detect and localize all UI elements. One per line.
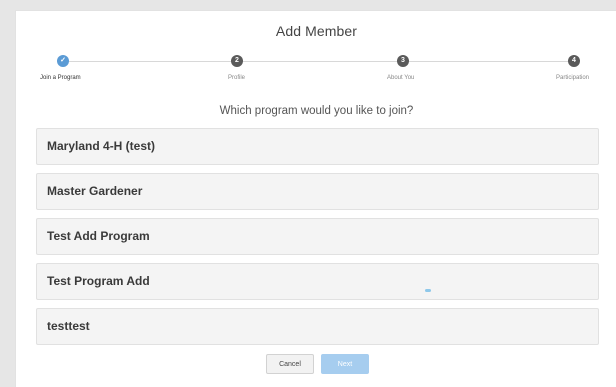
step-1-circle: ✓ [57, 55, 69, 67]
check-icon: ✓ [60, 57, 66, 64]
program-option[interactable]: Master Gardener [36, 173, 599, 210]
program-option-label: Maryland 4-H (test) [47, 139, 156, 153]
step-2-number: 2 [235, 57, 239, 64]
step-4-number: 4 [572, 57, 576, 64]
loading-indicator [425, 289, 431, 292]
step-3-circle: 3 [397, 55, 409, 67]
program-option[interactable]: Test Add Program [36, 218, 599, 255]
program-option[interactable]: testtest [36, 308, 599, 345]
step-2-circle: 2 [231, 55, 243, 67]
step-4-circle: 4 [568, 55, 580, 67]
step-1-label: Join a Program [40, 75, 81, 81]
step-3-number: 3 [401, 57, 405, 64]
progress-stepper: ✓ Join a Program 2 Profile 3 About You 4… [16, 11, 616, 101]
cancel-button[interactable]: Cancel [266, 354, 314, 374]
program-option-label: Master Gardener [47, 184, 143, 198]
stepper-track [64, 61, 572, 62]
step-2-label: Profile [228, 75, 246, 81]
program-option[interactable]: Maryland 4-H (test) [36, 128, 599, 165]
program-option-label: Test Program Add [47, 274, 150, 288]
program-question: Which program would you like to join? [219, 105, 414, 117]
program-option[interactable]: Test Program Add [36, 263, 599, 300]
step-3-label: About You [387, 75, 415, 81]
add-member-dialog: Add Member ✓ Join a Program 2 Profile 3 … [15, 10, 616, 387]
step-4-label: Participation [556, 75, 590, 81]
program-option-label: testtest [47, 319, 90, 333]
next-button[interactable]: Next [321, 354, 369, 374]
program-option-label: Test Add Program [47, 229, 150, 243]
